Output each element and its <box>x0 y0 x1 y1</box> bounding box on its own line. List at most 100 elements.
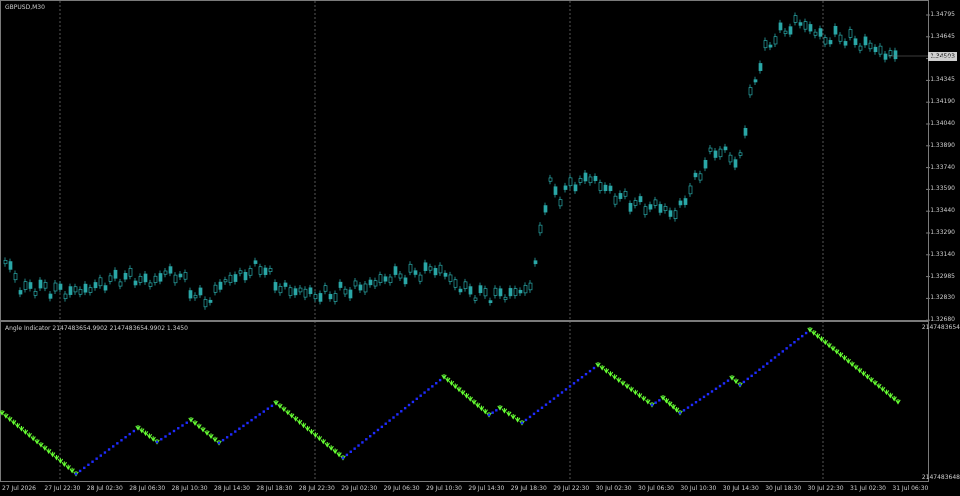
up-dot <box>392 416 395 419</box>
up-dot <box>254 416 257 419</box>
down-arrow-icon <box>636 392 643 399</box>
down-arrow-icon <box>320 438 326 445</box>
up-dot <box>107 448 111 451</box>
down-arrow-icon <box>814 333 821 339</box>
up-dot <box>388 419 391 422</box>
up-dot <box>714 387 718 390</box>
price-tick-label: 1.32830 <box>930 294 955 302</box>
down-arrow-icon <box>49 451 56 458</box>
price-tick-label: 1.34495 <box>930 54 955 62</box>
candle-body <box>528 282 533 291</box>
up-dot <box>694 401 698 404</box>
candle-body <box>498 288 503 297</box>
candle-body <box>688 185 693 195</box>
price-tick-label: 1.34040 <box>930 120 955 127</box>
up-dot <box>793 341 796 344</box>
up-dot <box>781 350 784 353</box>
candle-body <box>748 87 753 96</box>
down-arrow-icon <box>53 454 60 461</box>
up-dot <box>234 430 237 433</box>
down-arrow-icon <box>811 330 817 336</box>
down-arrow-icon <box>14 422 21 429</box>
candle-body <box>478 285 483 294</box>
indicator-title-label: Angle Indicator 2147483654.9902 21474836… <box>5 325 188 332</box>
down-arrow-icon <box>281 406 287 413</box>
up-dot <box>552 397 556 400</box>
candle-body <box>518 289 523 294</box>
candle-body <box>438 264 443 274</box>
price-tick-label: 1.33590 <box>930 185 955 193</box>
candle-body <box>253 260 258 264</box>
up-dot <box>380 425 384 429</box>
up-dot <box>132 429 136 433</box>
candle-body <box>718 148 723 158</box>
down-arrow-icon <box>57 458 64 464</box>
candle-body <box>313 294 318 300</box>
candle-body <box>58 283 63 290</box>
down-arrow-icon <box>733 378 739 385</box>
up-dot <box>564 388 568 391</box>
candle-body <box>133 280 138 286</box>
candle-body <box>143 273 148 283</box>
up-dot <box>407 403 411 407</box>
down-arrow-icon <box>482 408 488 415</box>
candle-body <box>443 272 448 277</box>
down-arrow-icon <box>857 367 863 374</box>
candle-body <box>573 184 578 192</box>
up-dot <box>99 454 102 457</box>
candle-body <box>633 200 638 206</box>
up-dot <box>572 382 576 385</box>
up-dot <box>658 399 661 402</box>
down-arrow-icon <box>841 355 848 361</box>
time-tick-label: 29 Jul 18:30 <box>510 485 547 492</box>
down-arrow-icon <box>510 414 516 420</box>
up-dot <box>238 427 241 430</box>
up-dot <box>396 413 399 416</box>
candle-body <box>458 288 463 293</box>
down-arrow-icon <box>595 362 601 368</box>
candle-body <box>873 46 878 53</box>
candle-body <box>413 270 418 275</box>
candle-body <box>483 288 488 297</box>
candle-body <box>563 185 568 190</box>
time-tick-label: 28 Jul 10:30 <box>171 485 208 492</box>
candle-body <box>288 287 293 296</box>
up-dot <box>738 383 742 387</box>
down-arrow-icon <box>501 408 508 414</box>
up-dot <box>365 438 368 441</box>
candle-body <box>513 288 518 296</box>
up-dot <box>172 429 176 433</box>
candle-body <box>768 44 773 48</box>
candle-body <box>63 293 68 300</box>
candle-body <box>323 285 328 292</box>
chart-window[interactable]: GBPUSD,M30 Angle Indicator 2147483654.99… <box>0 0 960 496</box>
candle-body <box>223 279 228 283</box>
up-dot <box>164 435 167 438</box>
up-dot <box>120 439 123 442</box>
chart-canvas[interactable] <box>0 0 960 496</box>
candle-body <box>508 288 513 297</box>
up-dot <box>718 384 722 388</box>
indicator-pane-border <box>0 321 929 482</box>
up-dot <box>797 337 800 341</box>
indicator-tick-label: 2147483648 <box>921 474 960 481</box>
candle-body <box>763 40 768 49</box>
up-dot <box>769 359 773 362</box>
candle-body <box>118 281 123 287</box>
down-arrow-icon <box>192 420 198 426</box>
down-arrow-icon <box>69 467 75 474</box>
down-arrow-icon <box>845 358 851 364</box>
time-tick-label: 27 Jul 2026 <box>2 485 36 492</box>
candle-body <box>203 299 208 308</box>
candle-body <box>693 172 698 178</box>
down-arrow-icon <box>277 403 283 409</box>
price-tick-label: 1.34645 <box>930 32 955 40</box>
down-arrow-icon <box>34 438 40 445</box>
up-dot <box>524 418 528 422</box>
up-dot <box>588 369 592 373</box>
time-tick-label: 30 Jul 10:30 <box>680 485 717 492</box>
candle-body <box>263 267 268 275</box>
candle-body <box>18 290 23 295</box>
candle-body <box>123 273 128 280</box>
down-arrow-icon <box>895 399 901 405</box>
